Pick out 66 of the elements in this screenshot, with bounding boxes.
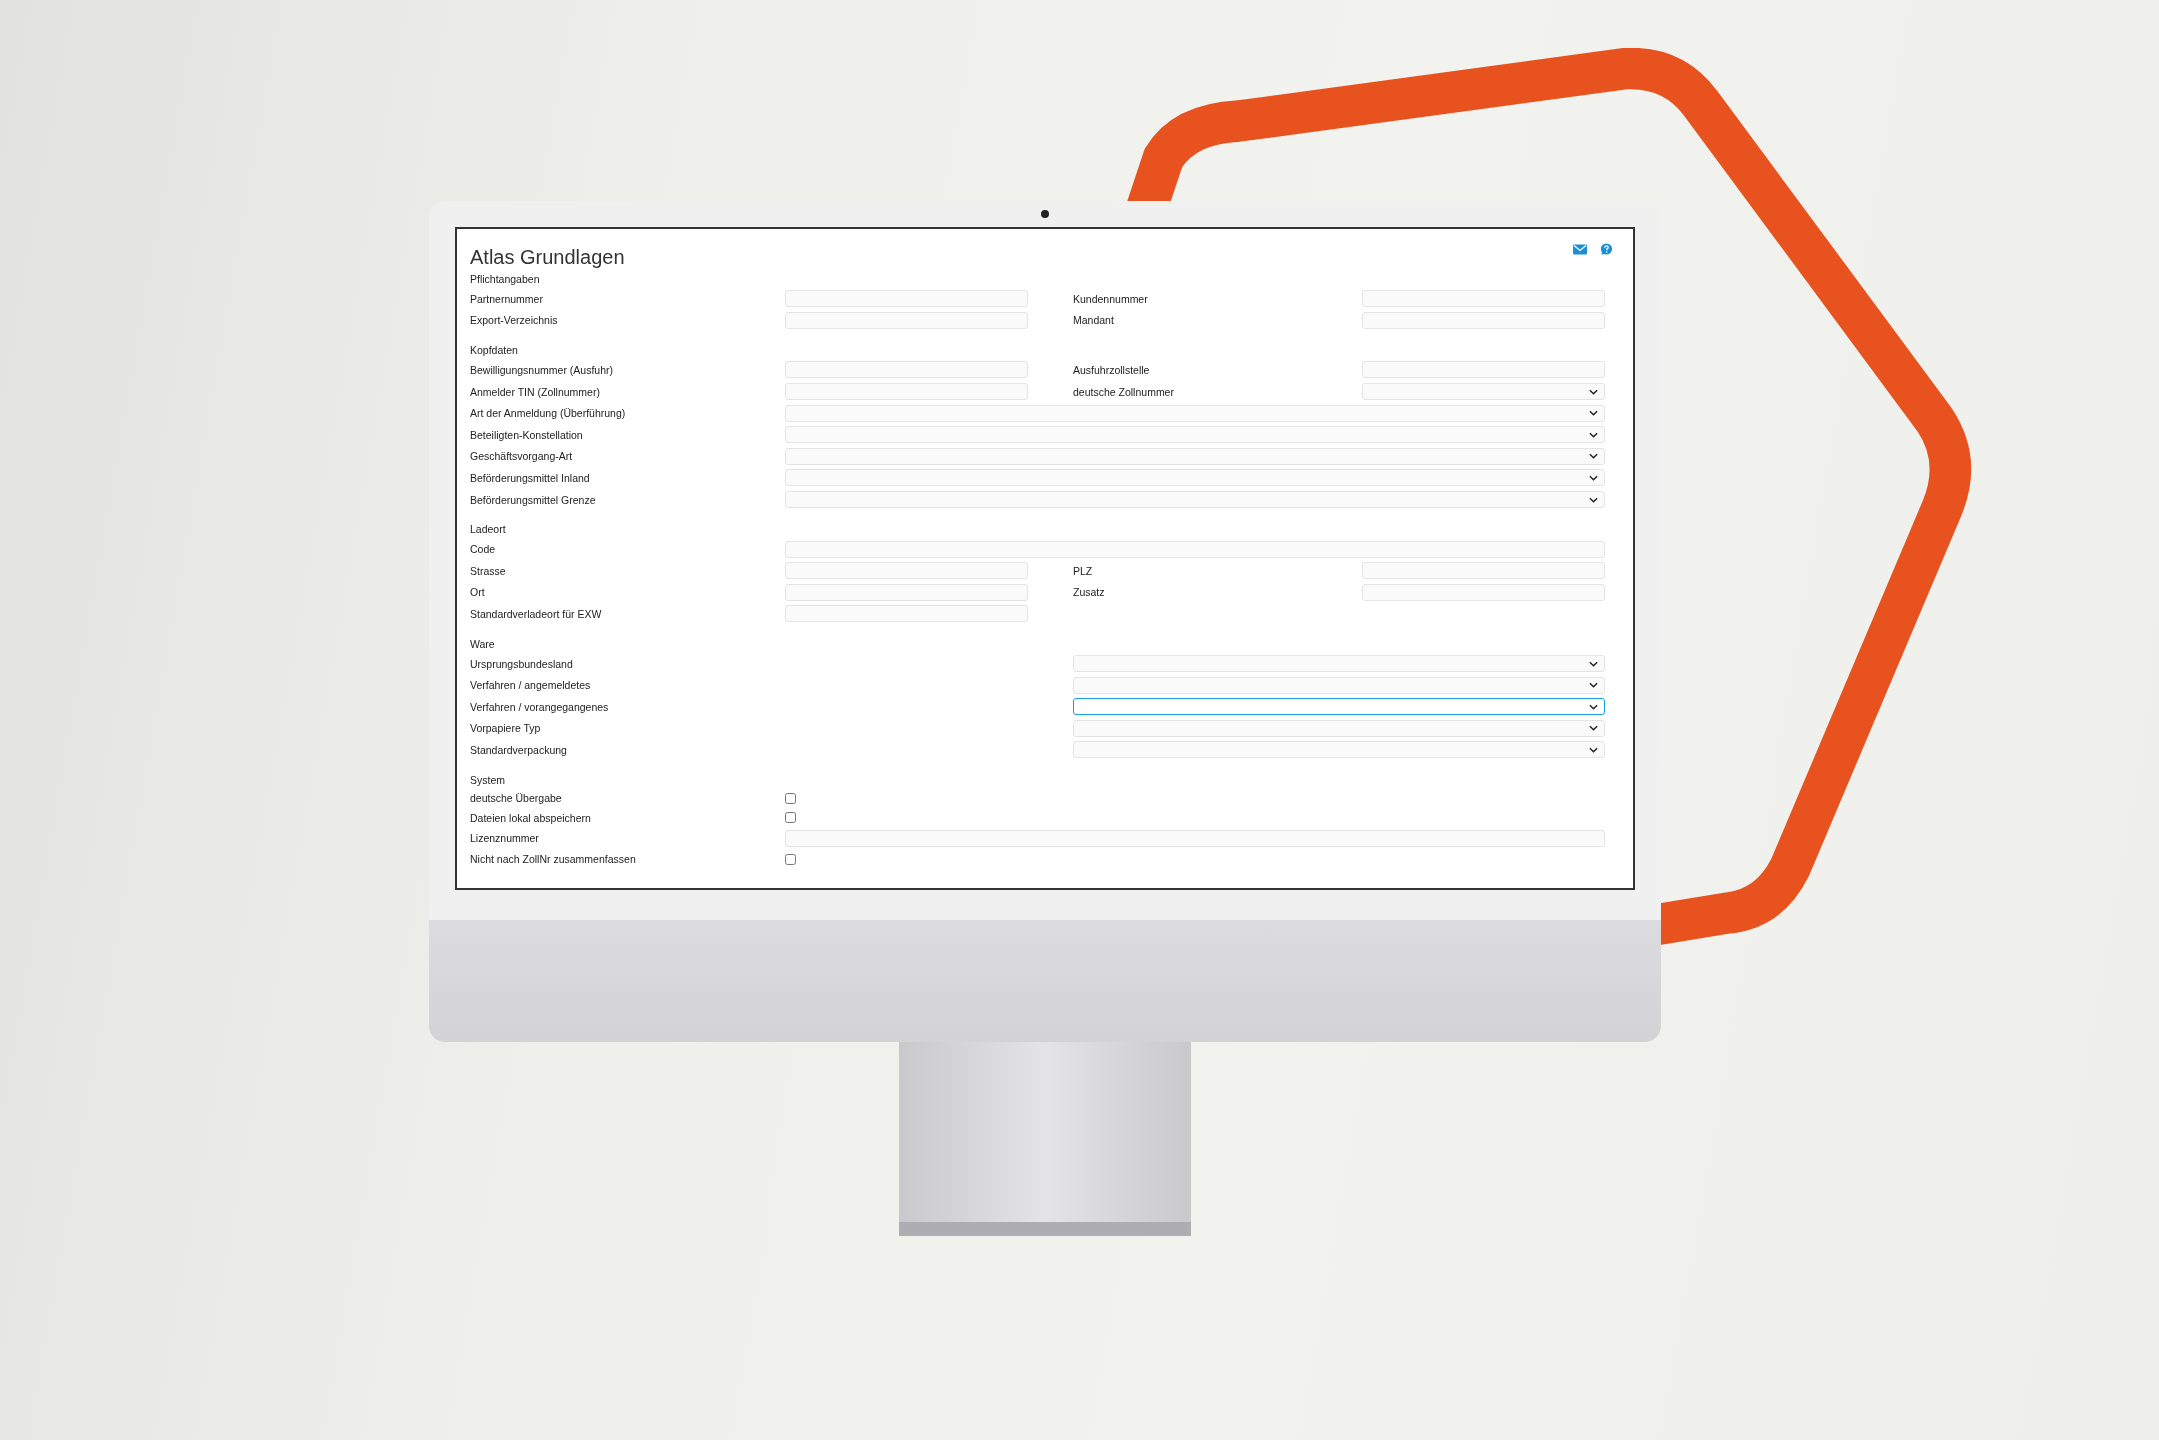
field-label: Standardverpackung [470,743,568,756]
chevron-down-icon [1589,410,1598,417]
chevron-down-icon [1589,682,1598,689]
input-field[interactable] [785,290,1028,308]
input-field[interactable] [1362,290,1605,308]
input-field[interactable] [785,311,1028,329]
field-label: Zusatz [1073,586,1106,599]
input-field[interactable] [785,830,1605,847]
chevron-down-icon [1589,474,1598,481]
field-label: Beförderungsmittel Grenze [470,493,597,506]
chevron-down-icon [1589,725,1598,732]
input-field[interactable] [785,605,1028,623]
field-label: PLZ [1073,564,1094,577]
chevron-down-icon [1589,388,1598,395]
section-title: System [470,772,506,788]
field-label: Standardverladeort für EXW [470,607,603,620]
chevron-down-icon [1589,453,1598,460]
help-icon[interactable] [1599,243,1613,256]
chevron-down-icon [1589,703,1598,710]
input-field[interactable] [785,583,1028,601]
field-label: Partnernummer [470,292,544,305]
checkbox[interactable] [785,853,796,865]
field-label: Verfahren / angemeldetes [470,679,592,692]
section-title: Ware [470,636,496,652]
input-field[interactable] [1362,311,1605,329]
chevron-down-icon [1589,431,1598,438]
field-label: Geschäftsvorgang-Art [470,450,574,463]
section-title: Kopfdaten [470,343,519,359]
field-label: deutsche Zollnummer [1073,385,1175,398]
field-label: Strasse [470,564,507,577]
field-label: Beförderungsmittel Inland [470,471,591,484]
section-title: Pflichtangaben [470,272,541,287]
field-label: Bewilligungsnummer (Ausfuhr) [470,364,614,376]
field-label: Beteiligten-Konstellation [470,428,584,441]
camera-icon [1041,210,1049,218]
field-label: Anmelder TIN (Zollnummer) [470,385,601,398]
field-label: Ursprungsbundesland [470,657,574,670]
checkbox[interactable] [785,792,796,804]
section-title: Ladeort [470,522,507,538]
field-label: deutsche Übergabe [470,792,563,805]
input-field[interactable] [1362,583,1605,601]
field-label: Nicht nach ZollNr zusammenfassen [470,853,637,866]
input-field[interactable] [785,383,1028,401]
field-label: Export-Verzeichnis [470,314,559,327]
field-label: Verfahren / vorangegangenes [470,700,610,713]
field-label: Ausfuhrzollstelle [1073,364,1151,376]
input-field[interactable] [1362,361,1605,379]
input-field[interactable] [785,540,1605,558]
field-label: Art der Anmeldung (Überführung) [470,407,627,420]
input-field[interactable] [785,361,1028,379]
field-label: Kundennummer [1073,292,1149,305]
field-label: Vorpapiere Typ [470,722,542,735]
field-label: Ort [470,586,486,599]
field-label: Lizenznummer [470,832,540,845]
select-field[interactable] [1073,698,1605,716]
chevron-down-icon [1589,496,1598,503]
input-field[interactable] [1362,562,1605,580]
input-field[interactable] [785,562,1028,580]
chevron-down-icon [1589,746,1598,753]
mail-icon[interactable] [1573,243,1587,256]
chevron-down-icon [1589,660,1598,667]
field-label: Code [470,543,497,556]
field-label: Dateien lokal abspeichern [470,811,592,824]
checkbox[interactable] [785,812,796,824]
page-title: Atlas Grundlagen [470,246,625,269]
field-label: Mandant [1073,314,1115,327]
